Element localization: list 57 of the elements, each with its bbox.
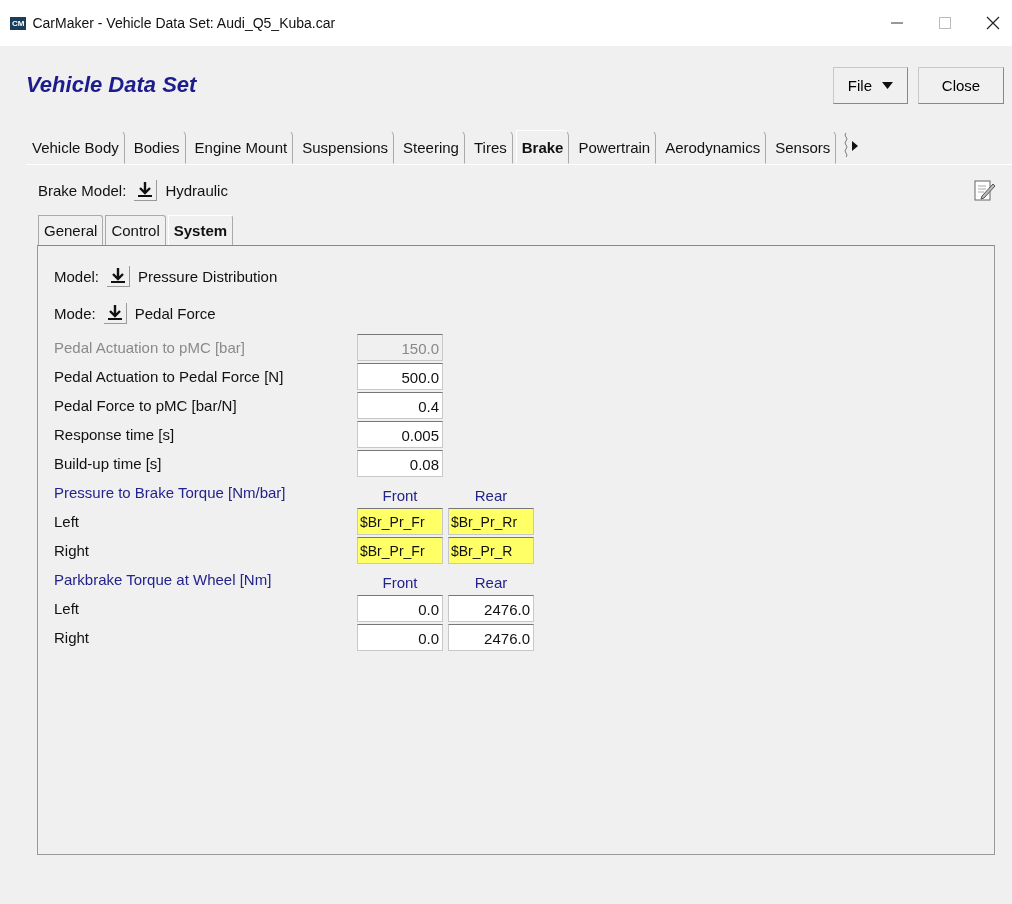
- dropdown-value: Pedal Force: [134, 305, 216, 322]
- tab[interactable]: Powertrain: [572, 130, 657, 164]
- input-field[interactable]: $Br_Pr_Fr: [357, 537, 443, 564]
- download-icon[interactable]: [107, 266, 131, 287]
- dropdown-value: Pressure Distribution: [138, 268, 278, 285]
- column-header: Rear: [473, 486, 509, 504]
- input-field[interactable]: 0.4: [357, 392, 443, 419]
- tab[interactable]: Control: [105, 215, 166, 245]
- row-label: Right: [54, 628, 91, 648]
- input-field[interactable]: 0.005: [357, 421, 443, 448]
- column-header: Rear: [473, 573, 509, 591]
- input-field[interactable]: 0.0: [357, 595, 443, 622]
- tab[interactable]: Aerodynamics: [659, 130, 767, 164]
- dropdown-value: Hydraulic: [165, 181, 228, 199]
- download-icon[interactable]: [134, 179, 158, 201]
- field-label: Build-up time [s]: [54, 454, 163, 474]
- field-label: Pedal Force to pMC [bar/N]: [54, 396, 238, 416]
- close-icon[interactable]: [986, 16, 1000, 30]
- download-icon[interactable]: [103, 303, 127, 324]
- tab[interactable]: Tires: [467, 130, 513, 164]
- field-label: Response time [s]: [54, 425, 176, 445]
- input-field[interactable]: 0.0: [357, 624, 443, 651]
- notepad-pencil-icon[interactable]: [972, 178, 996, 202]
- field-label: Pedal Actuation to Pedal Force [N]: [54, 367, 285, 387]
- section-heading: Pressure to Brake Torque [Nm/bar]: [54, 483, 287, 503]
- input-field[interactable]: 500.0: [357, 363, 443, 390]
- input-field[interactable]: $Br_Pr_R: [448, 537, 534, 564]
- field-label: Pedal Actuation to pMC [bar]: [54, 338, 246, 358]
- tab[interactable]: Vehicle Body: [26, 130, 125, 164]
- field-label: Model:: [54, 268, 100, 285]
- tab[interactable]: Brake: [515, 130, 570, 164]
- tab[interactable]: Steering: [397, 130, 465, 164]
- input-field[interactable]: $Br_Pr_Rr: [448, 508, 534, 535]
- tab[interactable]: General: [38, 215, 104, 245]
- tab[interactable]: Engine Mount: [188, 130, 294, 164]
- tab[interactable]: Sensors: [769, 130, 837, 164]
- input-field[interactable]: $Br_Pr_Fr: [357, 508, 443, 535]
- column-header: Front: [381, 486, 419, 504]
- window-title: CarMaker - Vehicle Data Set: Audi_Q5_Kuba.car: [32, 15, 337, 31]
- row-label: Left: [54, 599, 81, 619]
- tab[interactable]: Bodies: [127, 130, 186, 164]
- field-label: Mode:: [54, 305, 96, 322]
- page-title: Vehicle Data Set: [26, 72, 198, 98]
- input-field[interactable]: 2476.0: [448, 624, 534, 651]
- app-logo: CM: [10, 16, 27, 30]
- section-heading: Parkbrake Torque at Wheel [Nm]: [54, 570, 273, 590]
- input-field[interactable]: 2476.0: [448, 595, 534, 622]
- tab[interactable]: Suspensions: [296, 130, 395, 164]
- menu-button[interactable]: File: [832, 66, 908, 104]
- row-label: Right: [54, 541, 91, 561]
- input-field[interactable]: 0.08: [357, 450, 443, 477]
- row-label: Left: [54, 512, 81, 532]
- field-label: Brake Model:: [38, 181, 127, 199]
- close-button[interactable]: Close: [918, 66, 1004, 104]
- column-header: Front: [381, 573, 419, 591]
- tab[interactable]: System: [167, 215, 234, 245]
- caret-icon: [882, 81, 893, 89]
